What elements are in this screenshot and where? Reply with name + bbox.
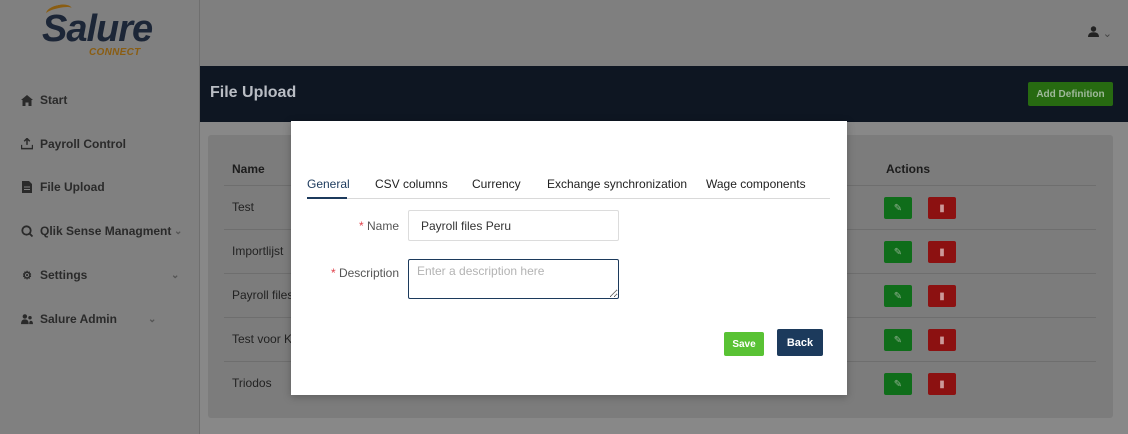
name-input[interactable] xyxy=(408,210,619,241)
logo-text: Salure xyxy=(42,8,153,50)
user-icon xyxy=(1087,26,1099,40)
users-icon xyxy=(21,313,33,325)
pencil-icon: ✎ xyxy=(893,202,903,214)
home-icon xyxy=(21,94,33,106)
delete-button[interactable]: ▮ xyxy=(928,329,956,351)
row-name: Payroll files xyxy=(232,288,294,302)
logo-subtext: CONNECT xyxy=(89,47,141,58)
active-tab-indicator xyxy=(307,197,347,199)
tab-wage-components[interactable]: Wage components xyxy=(706,177,806,191)
name-label: * Name xyxy=(358,219,399,233)
trash-icon: ▮ xyxy=(939,290,945,302)
add-definition-button[interactable]: Add Definition xyxy=(1028,82,1113,106)
trash-icon: ▮ xyxy=(939,334,945,346)
sidebar-item-label: Start xyxy=(40,93,68,107)
sidebar-item-label: Qlik Sense Managment xyxy=(40,224,172,238)
sidebar-item-label: Salure Admin xyxy=(40,312,117,326)
user-menu[interactable]: ⌄ xyxy=(1087,26,1112,40)
gear-icon: ⚙ xyxy=(22,269,32,282)
description-label: * Description xyxy=(330,266,399,280)
topbar: ⌄ xyxy=(200,0,1128,66)
required-marker: * xyxy=(330,266,336,280)
pencil-icon: ✎ xyxy=(893,290,903,302)
save-button[interactable]: Save xyxy=(724,332,764,356)
delete-button[interactable]: ▮ xyxy=(928,241,956,263)
edit-button[interactable]: ✎ xyxy=(884,329,912,351)
tab-csv-columns[interactable]: CSV columns xyxy=(375,177,448,191)
trash-icon: ▮ xyxy=(939,246,945,258)
delete-button[interactable]: ▮ xyxy=(928,285,956,307)
sidebar-item-settings[interactable]: ⚙ Settings ⌄ xyxy=(21,265,179,285)
tab-general[interactable]: General xyxy=(307,177,350,191)
pencil-icon: ✎ xyxy=(893,246,903,258)
brand-logo[interactable]: Salure CONNECT xyxy=(0,0,200,66)
page-title: File Upload xyxy=(210,84,297,101)
pencil-icon: ✎ xyxy=(893,334,903,346)
chevron-down-icon: ⌄ xyxy=(171,269,180,281)
sidebar-item-label: Settings xyxy=(40,268,88,282)
edit-button[interactable]: ✎ xyxy=(884,285,912,307)
sidebar-item-label: File Upload xyxy=(40,180,105,194)
column-header-name: Name xyxy=(232,162,265,176)
row-name: Importlijst xyxy=(232,244,284,258)
delete-button[interactable]: ▮ xyxy=(928,197,956,219)
column-header-actions: Actions xyxy=(886,162,931,176)
row-name: Test voor KE xyxy=(232,332,301,346)
edit-button[interactable]: ✎ xyxy=(884,373,912,395)
file-icon xyxy=(21,181,33,193)
row-name: Triodos xyxy=(232,376,272,390)
trash-icon: ▮ xyxy=(939,202,945,214)
sidebar-item-payroll-control[interactable]: Payroll Control xyxy=(21,134,126,154)
upload-tray-icon xyxy=(21,138,33,150)
page-header: File Upload Add Definition xyxy=(200,66,1128,122)
chevron-down-icon: ⌄ xyxy=(174,225,183,237)
sidebar-item-start[interactable]: Start xyxy=(21,90,67,110)
search-circle-icon xyxy=(21,225,33,237)
sidebar-item-label: Payroll Control xyxy=(40,137,127,151)
sidebar-item-salure-admin[interactable]: Salure Admin ⌄ xyxy=(21,309,156,329)
tab-exchange-synchronization[interactable]: Exchange synchronization xyxy=(547,177,687,191)
chevron-down-icon: ⌄ xyxy=(148,313,157,325)
required-marker: * xyxy=(358,219,364,233)
chevron-down-icon: ⌄ xyxy=(1102,27,1112,40)
edit-definition-modal: General CSV columns Currency Exchange sy… xyxy=(291,121,847,395)
edit-button[interactable]: ✎ xyxy=(884,197,912,219)
edit-button[interactable]: ✎ xyxy=(884,241,912,263)
row-name: Test xyxy=(232,200,255,214)
trash-icon: ▮ xyxy=(939,378,945,390)
sidebar-item-qlik-sense[interactable]: Qlik Sense Managment ⌄ xyxy=(21,221,182,241)
tab-currency[interactable]: Currency xyxy=(472,177,521,191)
sidebar: Salure CONNECT Start Payroll Control Fil… xyxy=(0,0,200,434)
description-input[interactable] xyxy=(408,259,619,299)
modal-tabs: General CSV columns Currency Exchange sy… xyxy=(307,177,830,199)
delete-button[interactable]: ▮ xyxy=(928,373,956,395)
sidebar-item-file-upload[interactable]: File Upload xyxy=(21,177,105,197)
back-button[interactable]: Back xyxy=(777,329,823,356)
pencil-icon: ✎ xyxy=(893,378,903,390)
